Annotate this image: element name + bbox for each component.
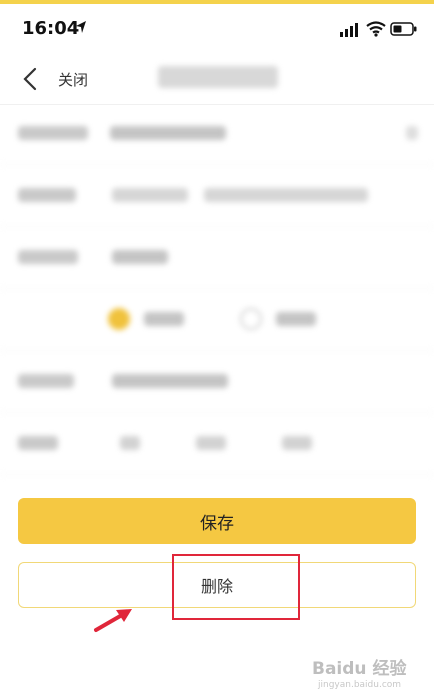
form-row[interactable] (0, 352, 434, 413)
baidu-watermark: Baidu 经验 jingyan.baidu.com (312, 650, 428, 696)
page-title (158, 66, 278, 88)
field-label (18, 126, 88, 140)
radio-unselected[interactable] (240, 308, 262, 330)
field-value (110, 126, 226, 140)
option[interactable] (196, 436, 226, 450)
status-time: 16:04 (22, 18, 80, 39)
wifi-icon (366, 21, 386, 37)
signal-icon (340, 23, 358, 37)
form-row[interactable] (0, 104, 434, 165)
location-arrow-icon (76, 21, 86, 33)
chevron-right-icon (406, 126, 418, 140)
form-blurred (0, 104, 434, 475)
field-value (204, 188, 368, 202)
form-row[interactable] (0, 166, 434, 227)
field-value (112, 374, 228, 388)
radio-label (144, 312, 184, 326)
watermark-brand: Baidu 经验 (312, 659, 407, 679)
radio-label (276, 312, 316, 326)
field-label (18, 436, 58, 450)
field-value (112, 250, 168, 264)
annotation-arrow-icon (94, 609, 132, 632)
form-row[interactable] (0, 414, 434, 475)
save-button[interactable]: 保存 (18, 498, 416, 544)
field-label (18, 250, 78, 264)
close-button[interactable]: 关闭 (58, 69, 88, 90)
nav-bar: 关闭 (0, 52, 434, 105)
radio-selected[interactable] (108, 308, 130, 330)
field-label (18, 374, 74, 388)
field-value (112, 188, 188, 202)
radio-row[interactable] (0, 290, 434, 351)
battery-icon (390, 22, 417, 36)
watermark-site: jingyan.baidu.com (318, 680, 402, 690)
field-label (18, 188, 76, 202)
form-row[interactable] (0, 228, 434, 289)
delete-button[interactable]: 删除 (18, 562, 416, 608)
chevron-left-icon[interactable] (22, 67, 38, 91)
status-bar: 16:04 (0, 4, 434, 52)
option[interactable] (120, 436, 140, 450)
option[interactable] (282, 436, 312, 450)
